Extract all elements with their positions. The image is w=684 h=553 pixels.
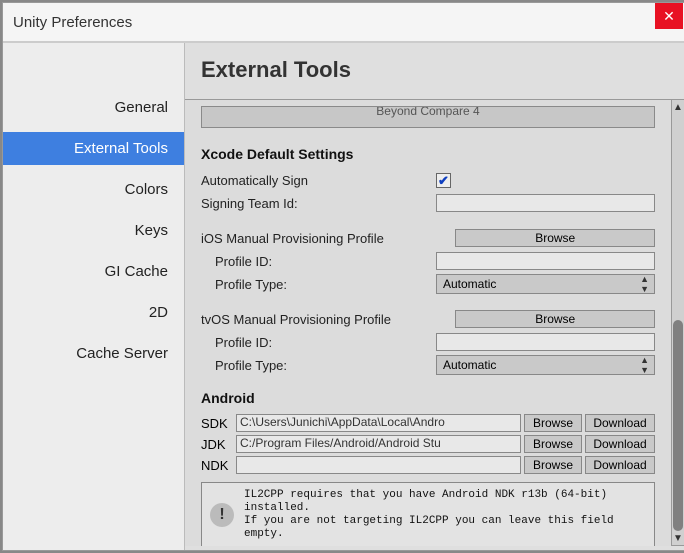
ios-profile-type-dropdown[interactable]: Automatic ▲▼ [436,274,655,294]
auto-sign-label: Automatically Sign [201,173,436,188]
scrollbar[interactable]: ▲ ▼ [671,99,684,546]
chevron-updown-icon: ▲▼ [640,355,648,375]
main-panel: External Tools Beyond Compare 4 Xcode De… [185,43,684,550]
titlebar[interactable]: Unity Preferences ✕ [3,3,684,43]
ndk-browse-button[interactable]: Browse [524,456,582,474]
info-text: IL2CPP requires that you have Android ND… [244,489,646,541]
ios-profile-header: iOS Manual Provisioning Profile [201,231,455,246]
preferences-window: Unity Preferences ✕ General External Too… [2,2,684,551]
sdk-browse-button[interactable]: Browse [524,414,582,432]
ios-profile-id-input[interactable] [436,252,655,270]
info-icon: ! [210,503,234,527]
main-content: Beyond Compare 4 Xcode Default Settings … [185,99,671,546]
sidebar-item-keys[interactable]: Keys [3,214,184,247]
chevron-updown-icon: ▲▼ [640,274,648,294]
scroll-down-icon[interactable]: ▼ [672,531,684,545]
ios-profile-type-label: Profile Type: [201,277,436,292]
window-title: Unity Preferences [13,14,132,31]
sidebar-item-colors[interactable]: Colors [3,173,184,206]
ndk-download-button[interactable]: Download [585,456,655,474]
scroll-up-icon[interactable]: ▲ [672,100,684,114]
sidebar-item-cache-server[interactable]: Cache Server [3,337,184,370]
ndk-info-box: ! IL2CPP requires that you have Android … [201,482,655,546]
sidebar-item-2d[interactable]: 2D [3,296,184,329]
tvos-browse-button[interactable]: Browse [455,310,655,328]
ndk-input[interactable] [236,456,521,474]
jdk-input[interactable]: C:/Program Files/Android/Android Stu [236,435,521,453]
tvos-profile-id-input[interactable] [436,333,655,351]
sidebar: General External Tools Colors Keys GI Ca… [3,43,185,550]
page-title: External Tools [185,43,684,99]
sdk-input[interactable]: C:\Users\Junichi\AppData\Local\Andro [236,414,521,432]
tvos-profile-type-dropdown[interactable]: Automatic ▲▼ [436,355,655,375]
tvos-profile-type-label: Profile Type: [201,358,436,373]
jdk-label: JDK [201,437,236,452]
ndk-label: NDK [201,458,236,473]
signing-team-label: Signing Team Id: [201,196,436,211]
close-icon: ✕ [663,8,675,25]
ios-profile-id-label: Profile ID: [201,254,436,269]
ios-profile-type-value: Automatic [443,277,496,291]
sdk-label: SDK [201,416,236,431]
tvos-profile-header: tvOS Manual Provisioning Profile [201,312,455,327]
sidebar-item-external-tools[interactable]: External Tools [3,132,184,165]
auto-sign-checkbox[interactable]: ✔ [436,173,451,188]
jdk-download-button[interactable]: Download [585,435,655,453]
scroll-thumb[interactable] [673,320,683,531]
tvos-profile-type-value: Automatic [443,358,496,372]
ios-browse-button[interactable]: Browse [455,229,655,247]
sidebar-item-general[interactable]: General [3,91,184,124]
jdk-browse-button[interactable]: Browse [524,435,582,453]
android-header: Android [201,390,655,406]
diff-tool-dropdown[interactable]: Beyond Compare 4 [201,106,655,128]
xcode-header: Xcode Default Settings [201,146,655,162]
check-icon: ✔ [438,174,449,187]
tvos-profile-id-label: Profile ID: [201,335,436,350]
sidebar-item-gi-cache[interactable]: GI Cache [3,255,184,288]
window-body: General External Tools Colors Keys GI Ca… [3,43,684,550]
signing-team-input[interactable] [436,194,655,212]
sdk-download-button[interactable]: Download [585,414,655,432]
content-inner: Beyond Compare 4 Xcode Default Settings … [185,100,671,546]
close-button[interactable]: ✕ [655,3,683,29]
